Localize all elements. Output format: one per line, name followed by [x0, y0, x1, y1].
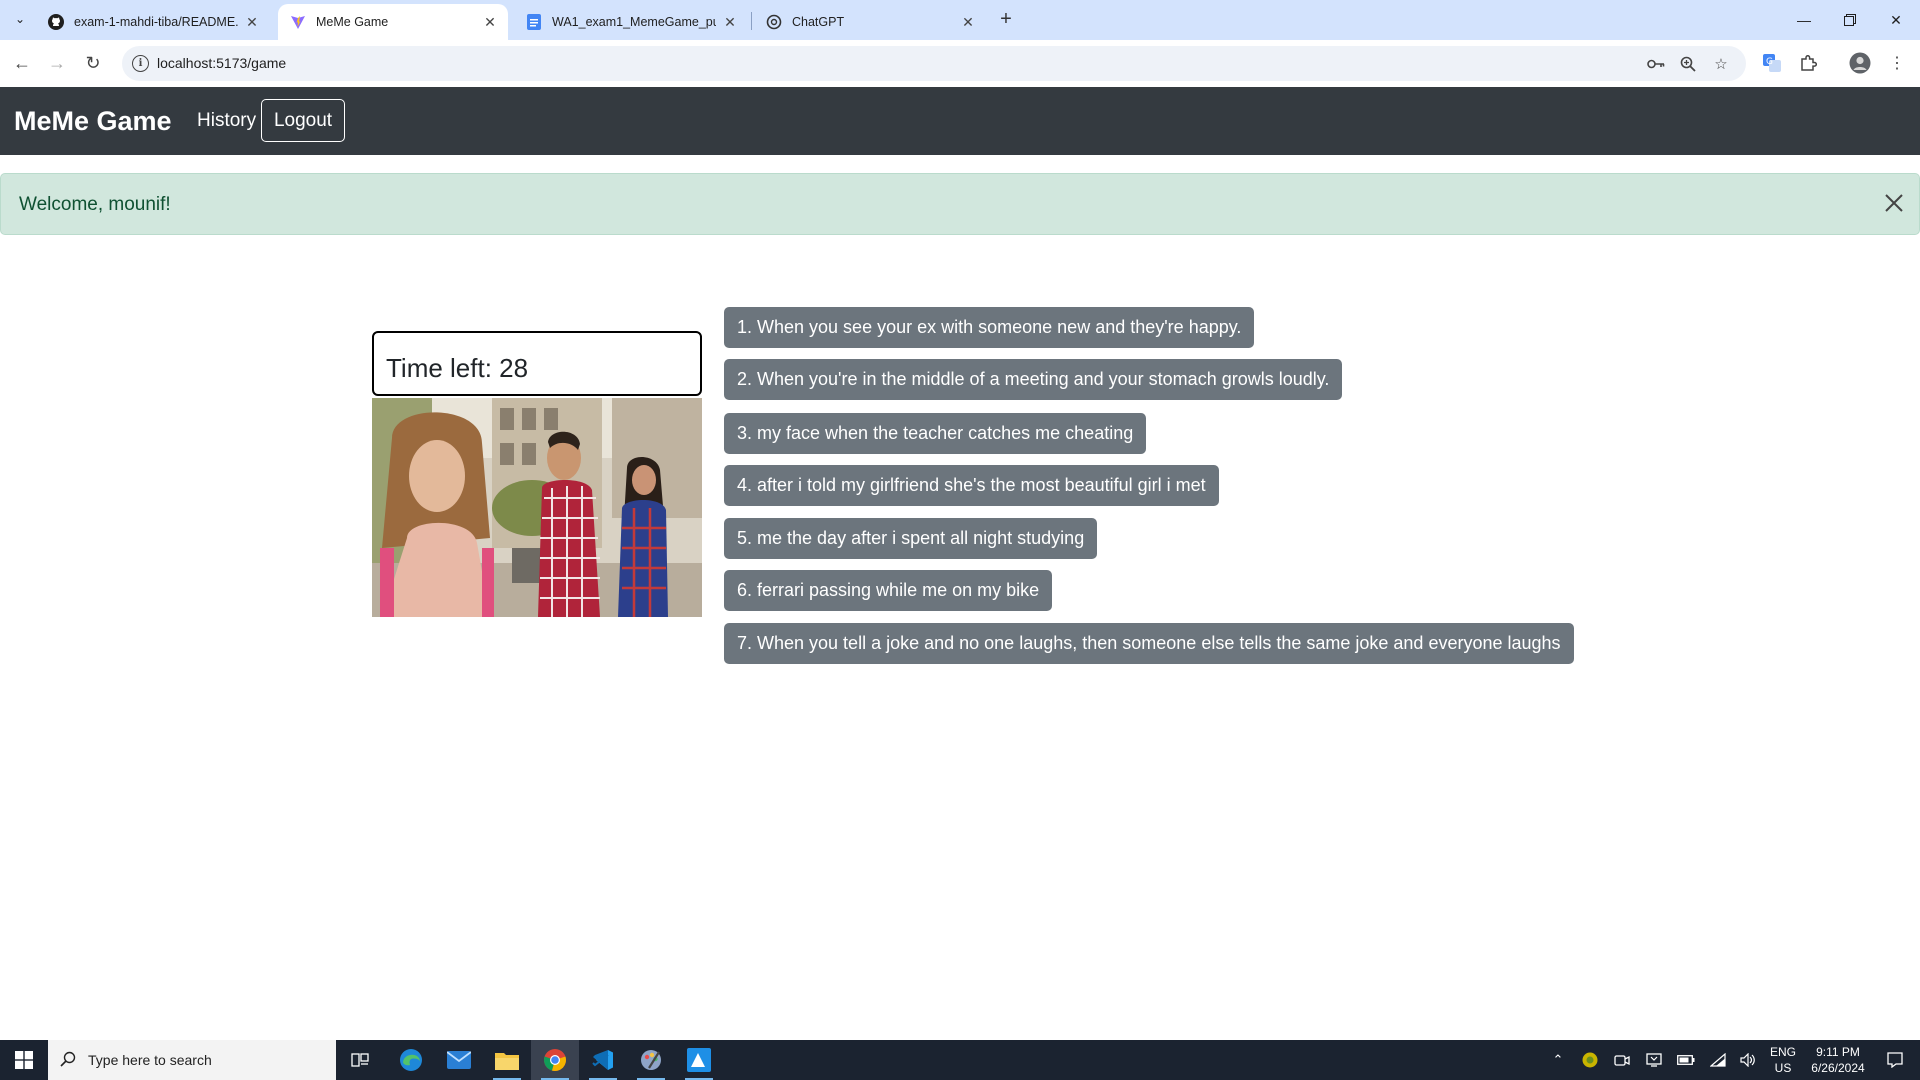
timer-text: Time left: 28 — [386, 353, 529, 383]
caption-button-2[interactable]: 2. When you're in the middle of a meetin… — [724, 359, 1343, 400]
brand-title[interactable]: MeMe Game — [14, 106, 172, 137]
docs-icon — [526, 14, 542, 30]
tab-title: MeMe Game — [316, 15, 389, 29]
github-icon — [48, 14, 64, 30]
timer-box: Time left: 28 — [372, 331, 702, 396]
app-navbar: MeMe Game History Logout — [0, 87, 1920, 155]
profile-avatar-icon[interactable] — [1848, 51, 1872, 75]
windows-start-icon[interactable] — [0, 1040, 48, 1080]
welcome-alert: Welcome, mounif! — [0, 173, 1920, 235]
forward-arrow-icon[interactable]: → — [44, 50, 70, 76]
new-tab-plus-icon[interactable]: + — [994, 7, 1018, 31]
chrome-icon[interactable] — [531, 1040, 579, 1080]
tab-search-chevron-icon[interactable]: ⌄ — [9, 8, 31, 30]
window-close-icon[interactable]: ✕ — [1873, 0, 1919, 40]
caption-button-6[interactable]: 6. ferrari passing while me on my bike — [724, 570, 1053, 611]
caption-button-5[interactable]: 5. me the day after i spent all night st… — [724, 518, 1098, 559]
chatgpt-icon — [766, 14, 782, 30]
language-code: ENG — [1769, 1045, 1796, 1059]
search-icon — [60, 1051, 78, 1069]
paint-app-icon[interactable] — [627, 1040, 675, 1080]
notification-center-icon[interactable] — [1880, 1040, 1910, 1080]
site-info-icon[interactable]: i — [132, 55, 149, 72]
close-icon[interactable]: ✕ — [722, 14, 738, 30]
close-icon[interactable]: ✕ — [482, 14, 498, 30]
bookmark-star-icon[interactable]: ☆ — [1711, 54, 1731, 74]
taskbar-search-box[interactable]: Type here to search — [48, 1040, 336, 1080]
tab-meme-game[interactable]: MeMe Game ✕ — [278, 4, 508, 40]
alert-close-icon[interactable] — [1881, 191, 1907, 217]
minimize-icon[interactable]: — — [1781, 0, 1827, 40]
caption-button-4[interactable]: 4. after i told my girlfriend she's the … — [724, 465, 1219, 506]
file-explorer-icon[interactable] — [483, 1040, 531, 1080]
browser-toolbar: ← → ↻ i localhost:5173/game ☆ G ⋮ — [0, 40, 1920, 87]
reload-icon[interactable]: ↻ — [80, 50, 106, 76]
extensions-puzzle-icon[interactable] — [1796, 51, 1820, 75]
windows-taskbar: Type here to search ⌃ ENG US 9:11 PM 6/2… — [0, 1040, 1920, 1080]
caption-button-1[interactable]: 1. When you see your ex with someone new… — [724, 307, 1255, 348]
password-key-icon[interactable] — [1646, 54, 1666, 74]
nav-history-link[interactable]: History — [197, 110, 256, 132]
azure-app-icon[interactable] — [675, 1040, 723, 1080]
zoom-icon[interactable] — [1678, 54, 1698, 74]
close-icon[interactable]: ✕ — [960, 14, 976, 30]
tab-google-doc[interactable]: WA1_exam1_MemeGame_publ ✕ — [514, 4, 748, 40]
restore-icon[interactable] — [1827, 0, 1873, 40]
browser-tab-bar: ⌄ exam-1-mahdi-tiba/README.m ✕ MeMe Game… — [0, 0, 1920, 40]
caption-button-7[interactable]: 7. When you tell a joke and no one laugh… — [724, 623, 1574, 664]
translate-icon[interactable]: G — [1760, 51, 1784, 75]
caption-button-3[interactable]: 3. my face when the teacher catches me c… — [724, 413, 1147, 454]
clock-date: 6/26/2024 — [1811, 1061, 1865, 1075]
svg-text:G: G — [1766, 57, 1773, 67]
clock[interactable]: 9:11 PM 6/26/2024 — [1806, 1044, 1870, 1076]
clock-time: 9:11 PM — [1816, 1045, 1860, 1059]
meet-now-icon[interactable] — [1610, 1040, 1634, 1080]
tab-separator — [751, 12, 752, 30]
edge-browser-icon[interactable] — [387, 1040, 435, 1080]
battery-icon[interactable] — [1674, 1040, 1698, 1080]
tab-chatgpt[interactable]: ChatGPT ✕ — [754, 4, 986, 40]
address-url[interactable]: localhost:5173/game — [157, 55, 286, 71]
show-hidden-icons-chevron-icon[interactable]: ⌃ — [1546, 1040, 1570, 1080]
close-icon[interactable]: ✕ — [244, 14, 260, 30]
browser-menu-kebab-icon[interactable]: ⋮ — [1885, 51, 1909, 75]
back-arrow-icon[interactable]: ← — [9, 50, 35, 76]
display-settings-icon[interactable] — [1642, 1040, 1666, 1080]
alert-message: Welcome, mounif! — [19, 194, 171, 215]
mail-icon[interactable] — [435, 1040, 483, 1080]
meme-image — [372, 398, 702, 617]
logout-button[interactable]: Logout — [261, 99, 345, 142]
task-view-icon[interactable] — [336, 1040, 384, 1080]
wifi-icon[interactable] — [1706, 1040, 1730, 1080]
tab-title: exam-1-mahdi-tiba/README.m — [74, 15, 238, 29]
tab-github-readme[interactable]: exam-1-mahdi-tiba/README.m ✕ — [36, 4, 270, 40]
taskbar-search-placeholder: Type here to search — [88, 1052, 212, 1068]
vite-icon — [290, 14, 306, 30]
vscode-icon[interactable] — [579, 1040, 627, 1080]
volume-icon[interactable] — [1736, 1040, 1760, 1080]
address-bar[interactable]: i localhost:5173/game ☆ — [122, 46, 1746, 81]
tab-title: ChatGPT — [792, 15, 845, 29]
tray-app-icon[interactable] — [1578, 1040, 1602, 1080]
tab-title: WA1_exam1_MemeGame_publ — [552, 15, 716, 29]
language-indicator[interactable]: ENG US — [1766, 1044, 1800, 1076]
keyboard-layout: US — [1774, 1061, 1792, 1075]
